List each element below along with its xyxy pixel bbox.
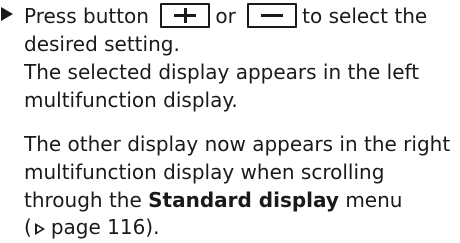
note-line-2: multifunction display when scrolling: [24, 160, 385, 184]
reference-open-paren: (: [24, 215, 32, 239]
step-bullet: [0, 3, 20, 29]
page-reference[interactable]: ( page 116).: [24, 214, 159, 240]
step-line-3: The selected display appears in the left: [24, 60, 420, 84]
page-reference-triangle-icon: [34, 223, 45, 235]
note-text-through-the: through the: [24, 188, 142, 212]
step-line-4: multifunction display.: [24, 88, 238, 112]
minus-icon: [261, 14, 284, 17]
step-text-to-select: to select the: [302, 4, 428, 28]
step-line-2: desired setting.: [24, 32, 180, 56]
note-text-menu: menu: [345, 188, 403, 212]
note-line-3: through the Standard display menu: [24, 187, 402, 213]
plus-key: [160, 3, 211, 28]
bullet-arrow-icon: [1, 7, 13, 21]
note-line-1: The other display now appears in the rig…: [24, 132, 451, 156]
menu-name-standard-display: Standard display: [148, 188, 339, 212]
plus-icon-vertical: [183, 8, 187, 23]
manual-page: Press button or to select the desired se…: [0, 0, 460, 243]
minus-key: [247, 3, 298, 28]
step-text-or: or: [215, 4, 236, 28]
step-line-1: Press button or to select the: [24, 3, 427, 29]
step-text-press-button: Press button: [24, 4, 149, 28]
reference-page-text[interactable]: page 116).: [51, 215, 160, 239]
